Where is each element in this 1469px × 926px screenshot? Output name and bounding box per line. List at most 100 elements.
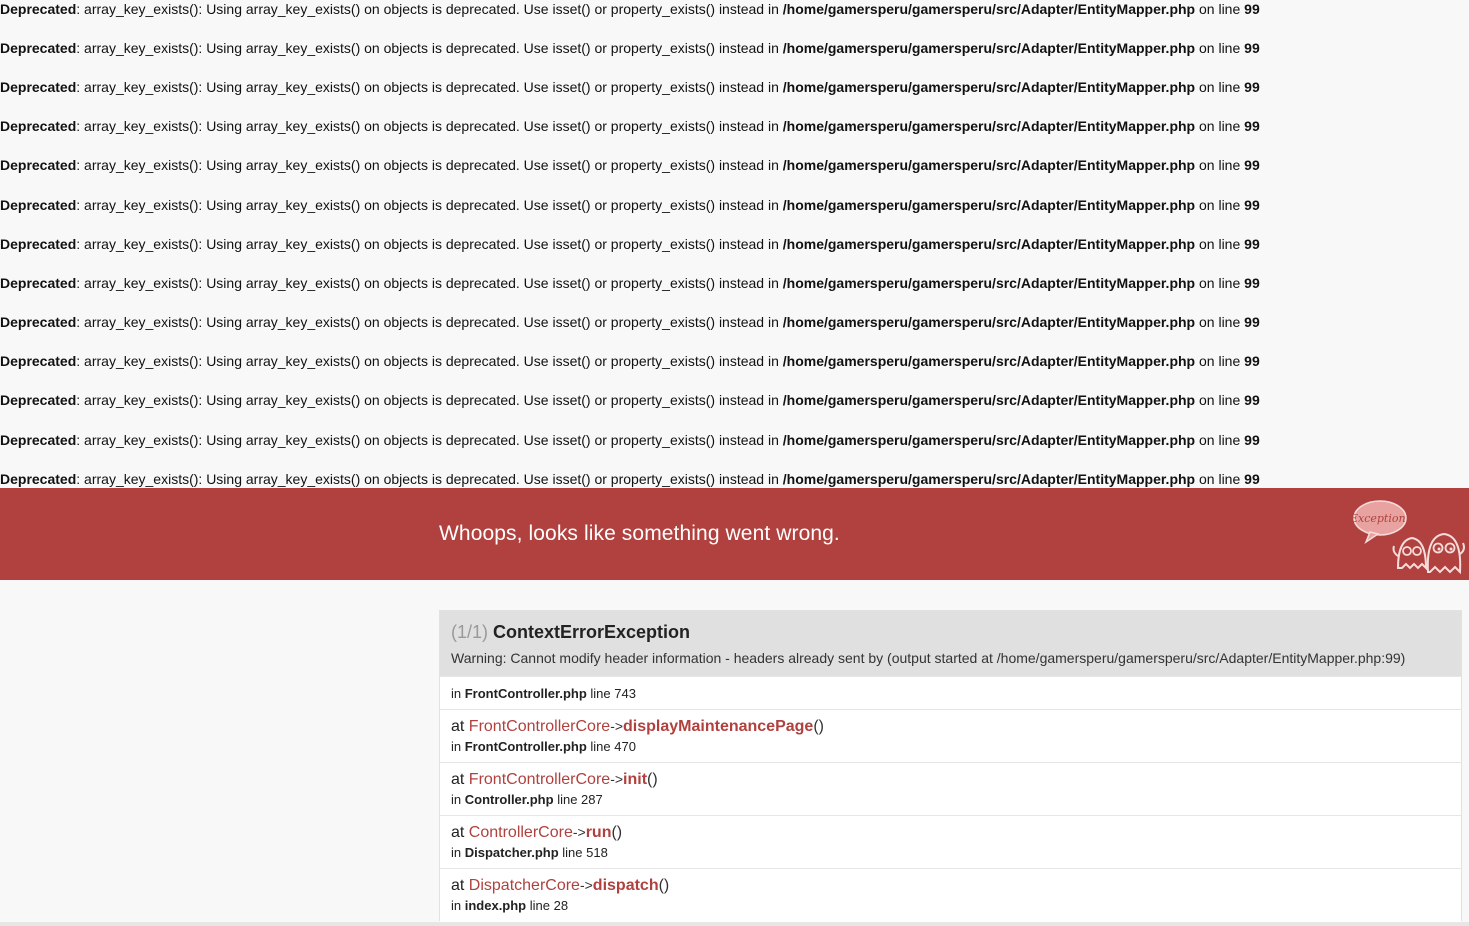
- deprecation-line-number: 99: [1244, 157, 1260, 173]
- deprecation-message: : array_key_exists(): Using array_key_ex…: [76, 471, 783, 487]
- frame-class: FrontControllerCore: [468, 718, 611, 735]
- frame-function: displayMaintenancePage: [623, 718, 814, 735]
- deprecation-notice: Deprecated: array_key_exists(): Using ar…: [0, 314, 1260, 334]
- deprecation-message: : array_key_exists(): Using array_key_ex…: [76, 118, 783, 134]
- deprecated-label: Deprecated: [0, 353, 77, 369]
- deprecation-file: /home/gamersperu/gamersperu/src/Adapter/…: [782, 314, 1196, 330]
- deprecation-line-number: 99: [1244, 118, 1260, 134]
- frame-class: DispatcherCore: [468, 877, 580, 894]
- deprecation-line-number: 99: [1244, 353, 1260, 369]
- deprecation-on-line: on line: [1195, 275, 1245, 291]
- deprecation-line-number: 99: [1244, 432, 1260, 448]
- deprecation-message: : array_key_exists(): Using array_key_ex…: [76, 353, 783, 369]
- deprecation-notice: Deprecated: array_key_exists(): Using ar…: [0, 40, 1260, 60]
- deprecation-file: /home/gamersperu/gamersperu/src/Adapter/…: [782, 432, 1196, 448]
- frame-file: Dispatcher.php: [464, 845, 559, 860]
- frame-parens: (): [611, 824, 623, 841]
- frame-arrow: ->: [610, 718, 624, 734]
- deprecation-file: /home/gamersperu/gamersperu/src/Adapter/…: [782, 197, 1196, 213]
- stack-frame[interactable]: at ControllerCore->run() in Dispatcher.ph…: [440, 815, 1461, 868]
- exception-origin-frame: in FrontController.php line 743: [440, 676, 1461, 710]
- frame-arrow: ->: [579, 877, 593, 893]
- stack-frame[interactable]: at FrontControllerCore->displayMaintenan…: [440, 709, 1461, 762]
- frame-file: index.php: [464, 898, 527, 913]
- frame-function: init: [623, 771, 648, 788]
- deprecated-label: Deprecated: [0, 314, 77, 330]
- deprecation-message: : array_key_exists(): Using array_key_ex…: [76, 392, 783, 408]
- deprecation-file: /home/gamersperu/gamersperu/src/Adapter/…: [782, 353, 1196, 369]
- deprecation-notice: Deprecated: array_key_exists(): Using ar…: [0, 197, 1260, 217]
- frame-arrow: ->: [572, 824, 586, 840]
- deprecated-label: Deprecated: [0, 432, 77, 448]
- deprecation-file: /home/gamersperu/gamersperu/src/Adapter/…: [782, 40, 1196, 56]
- stack-frame[interactable]: at FrontControllerCore->init() in Control…: [440, 762, 1461, 815]
- deprecated-label: Deprecated: [0, 79, 77, 95]
- deprecation-line-number: 99: [1244, 392, 1260, 408]
- deprecation-file: /home/gamersperu/gamersperu/src/Adapter/…: [782, 392, 1196, 408]
- deprecated-label: Deprecated: [0, 197, 77, 213]
- deprecation-line-number: 99: [1244, 40, 1260, 56]
- deprecation-file: /home/gamersperu/gamersperu/src/Adapter/…: [782, 1, 1196, 17]
- deprecation-message: : array_key_exists(): Using array_key_ex…: [76, 314, 783, 330]
- deprecation-on-line: on line: [1195, 157, 1245, 173]
- deprecation-notice: Deprecated: array_key_exists(): Using ar…: [0, 432, 1260, 452]
- deprecated-label: Deprecated: [0, 40, 77, 56]
- deprecation-line-number: 99: [1244, 197, 1260, 213]
- deprecation-message: : array_key_exists(): Using array_key_ex…: [76, 432, 783, 448]
- deprecation-on-line: on line: [1195, 471, 1245, 487]
- deprecation-line-number: 99: [1244, 275, 1260, 291]
- frame-call: at FrontControllerCore->init(): [451, 771, 658, 788]
- deprecation-on-line: on line: [1195, 197, 1245, 213]
- deprecation-line-number: 99: [1244, 1, 1260, 17]
- deprecation-notice: Deprecated: array_key_exists(): Using ar…: [0, 236, 1260, 256]
- stack-frame[interactable]: at DispatcherCore->dispatch() in index.ph…: [440, 868, 1461, 922]
- deprecated-label: Deprecated: [0, 1, 77, 17]
- frame-call: at DispatcherCore->dispatch(): [451, 877, 670, 894]
- deprecation-notice: Deprecated: array_key_exists(): Using ar…: [0, 1, 1260, 21]
- deprecation-on-line: on line: [1195, 392, 1245, 408]
- deprecation-message: : array_key_exists(): Using array_key_ex…: [76, 1, 783, 17]
- deprecation-message: : array_key_exists(): Using array_key_ex…: [76, 79, 783, 95]
- frame-class: FrontControllerCore: [468, 771, 611, 788]
- frame-location: in Dispatcher.php line 518: [451, 845, 608, 860]
- frame-file: FrontController.php: [464, 686, 587, 701]
- frame-parens: (): [658, 877, 670, 894]
- deprecation-notice: Deprecated: array_key_exists(): Using ar…: [0, 392, 1260, 412]
- exception-header: (1/1) ContextErrorException Warning: Can…: [440, 611, 1461, 676]
- deprecation-file: /home/gamersperu/gamersperu/src/Adapter/…: [782, 471, 1196, 487]
- deprecation-notice: Deprecated: array_key_exists(): Using ar…: [0, 275, 1260, 295]
- deprecation-file: /home/gamersperu/gamersperu/src/Adapter/…: [782, 118, 1196, 134]
- frame-call: at ControllerCore->run(): [451, 824, 623, 841]
- deprecation-message: : array_key_exists(): Using array_key_ex…: [76, 275, 783, 291]
- deprecation-line-number: 99: [1244, 471, 1260, 487]
- page-title: Whoops, looks like something went wrong.: [439, 522, 840, 545]
- deprecation-on-line: on line: [1195, 79, 1245, 95]
- deprecated-label: Deprecated: [0, 118, 77, 134]
- frame-parens: (): [813, 718, 824, 735]
- deprecation-notice: Deprecated: array_key_exists(): Using ar…: [0, 353, 1260, 373]
- deprecation-on-line: on line: [1195, 353, 1245, 369]
- deprecation-message: : array_key_exists(): Using array_key_ex…: [76, 157, 783, 173]
- deprecation-message: : array_key_exists(): Using array_key_ex…: [76, 197, 783, 213]
- frame-class: ControllerCore: [468, 824, 573, 841]
- deprecation-line-number: 99: [1244, 236, 1260, 252]
- deprecation-on-line: on line: [1195, 314, 1245, 330]
- deprecation-line-number: 99: [1244, 314, 1260, 330]
- deprecated-label: Deprecated: [0, 392, 77, 408]
- whoops-ghost-icon: Exception!: [1349, 500, 1465, 575]
- frame-call: at FrontControllerCore->displayMaintenan…: [451, 718, 824, 735]
- exception-counter: (1/1): [451, 622, 489, 642]
- frame-file: Controller.php: [464, 792, 554, 807]
- deprecation-notice: Deprecated: array_key_exists(): Using ar…: [0, 157, 1260, 177]
- deprecation-message: : array_key_exists(): Using array_key_ex…: [76, 40, 783, 56]
- deprecated-label: Deprecated: [0, 236, 77, 252]
- frame-location: in FrontController.php line 743: [451, 686, 636, 701]
- deprecation-on-line: on line: [1195, 40, 1245, 56]
- deprecated-label: Deprecated: [0, 157, 77, 173]
- deprecated-label: Deprecated: [0, 275, 77, 291]
- deprecation-message: : array_key_exists(): Using array_key_ex…: [76, 236, 783, 252]
- deprecation-on-line: on line: [1195, 236, 1245, 252]
- frame-location: in Controller.php line 287: [451, 792, 603, 807]
- deprecation-file: /home/gamersperu/gamersperu/src/Adapter/…: [782, 236, 1196, 252]
- frame-file: FrontController.php: [464, 739, 587, 754]
